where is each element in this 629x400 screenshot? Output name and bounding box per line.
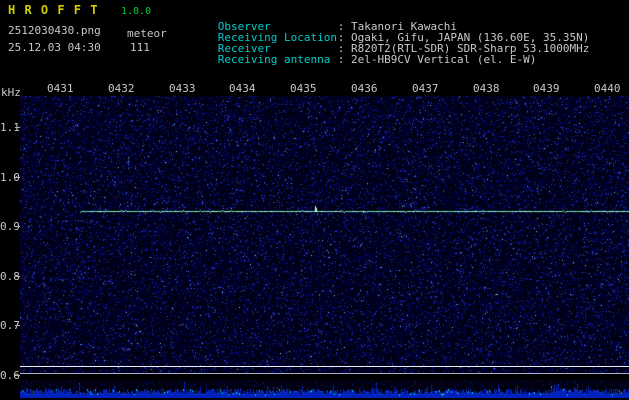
y-tick-label: 1.0 (0, 171, 16, 184)
y-tick-label: 0.8 (0, 270, 16, 283)
info-value: : 2el-HB9CV Vertical (el. E-W) (338, 53, 537, 66)
info-label: Receiving antenna (218, 53, 338, 66)
info-row-antenna: Receiving antenna: 2el-HB9CV Vertical (e… (178, 40, 536, 79)
x-tick-label: 0435 (290, 82, 317, 95)
separator-line-upper (20, 366, 629, 367)
app-title: H R O F F T (8, 3, 98, 17)
x-tick-label: 0439 (533, 82, 560, 95)
y-axis-unit: kHz (1, 86, 21, 99)
x-tick-label: 0440 (594, 82, 621, 95)
x-tick-label: 0432 (108, 82, 135, 95)
spectrogram-canvas (20, 96, 629, 374)
y-tick-label: 0.6 (0, 369, 16, 382)
x-tick-label: 0431 (47, 82, 74, 95)
y-tick-label: 0.9 (0, 220, 16, 233)
y-tick-mark (15, 375, 20, 376)
signal-level-strip-canvas (20, 380, 629, 398)
mode-label: meteor (127, 27, 167, 40)
x-tick-label: 0433 (169, 82, 196, 95)
y-tick-label: 0.7 (0, 319, 16, 332)
x-tick-label: 0436 (351, 82, 378, 95)
hrofft-output: H R O F F T 1.0.0 2512030430.png meteor … (0, 0, 629, 400)
output-filename: 2512030430.png (8, 24, 101, 37)
x-tick-label: 0438 (473, 82, 500, 95)
timestamp: 25.12.03 04:30 (8, 41, 101, 54)
y-tick-label: 1.1 (0, 121, 16, 134)
separator-line-lower (20, 373, 629, 374)
x-tick-label: 0434 (229, 82, 256, 95)
x-tick-label: 0437 (412, 82, 439, 95)
app-version: 1.0.0 (121, 6, 151, 17)
echo-count: 111 (130, 41, 150, 54)
